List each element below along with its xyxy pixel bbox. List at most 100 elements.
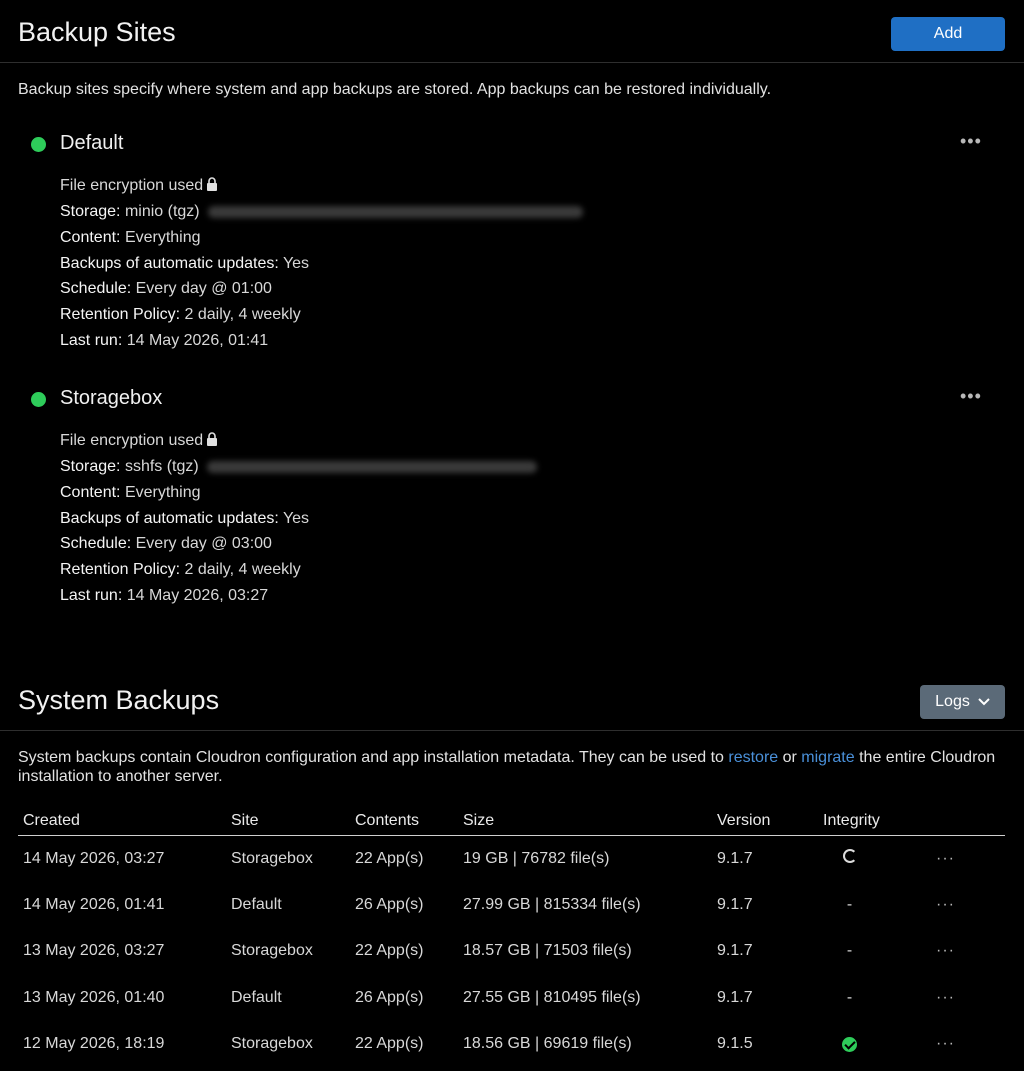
row-more-menu-icon[interactable]: ···	[881, 928, 1005, 975]
system-backups-table: Created Site Contents Size Version Integ…	[18, 807, 1005, 1068]
logs-label: Logs	[935, 693, 970, 710]
cell-site: Storagebox	[231, 849, 313, 867]
table-row[interactable]: 13 May 2026, 01:40 Default 26 App(s) 27.…	[18, 975, 1005, 1022]
cell-created: 13 May 2026, 03:27	[23, 942, 165, 960]
site-storage: Storage: minio (tgz)	[60, 203, 583, 221]
cell-contents: 22 App(s)	[355, 849, 424, 867]
system-backups-description: System backups contain Cloudron configur…	[18, 748, 1008, 786]
last-run-label: Last run:	[60, 587, 123, 604]
cell-site: Storagebox	[231, 1035, 313, 1053]
row-more-menu-icon[interactable]: ···	[881, 835, 1005, 882]
table-row[interactable]: 12 May 2026, 18:19 Storagebox 22 App(s) …	[18, 1021, 1005, 1068]
column-header-actions	[881, 807, 1005, 836]
content-value: Everything	[124, 229, 201, 246]
cell-contents: 26 App(s)	[355, 895, 424, 913]
auto-updates-value: Yes	[282, 510, 310, 527]
column-header-contents: Contents	[350, 807, 458, 836]
table-row[interactable]: 13 May 2026, 03:27 Storagebox 22 App(s) …	[18, 928, 1005, 975]
backup-sites-header: Backup Sites Add	[0, 0, 1024, 63]
backup-sites-title: Backup Sites	[18, 17, 176, 47]
cell-contents: 26 App(s)	[355, 988, 424, 1006]
site-status-dot	[31, 392, 46, 407]
cell-size: 18.57 GB | 71503 file(s)	[463, 942, 632, 960]
cell-site: Default	[231, 988, 282, 1006]
loading-spinner-icon	[842, 849, 857, 863]
row-more-menu-icon[interactable]: ···	[881, 975, 1005, 1022]
cell-size: 27.99 GB | 815334 file(s)	[463, 895, 641, 913]
add-backup-site-button[interactable]: Add	[891, 17, 1005, 51]
site-content: Content: Everything	[60, 229, 201, 247]
site-more-menu-icon[interactable]: •••	[960, 131, 982, 152]
retention-value: 2 daily, 4 weekly	[184, 561, 301, 578]
column-header-size: Size	[458, 807, 712, 836]
storage-value: sshfs (tgz)	[124, 458, 199, 475]
lock-icon	[207, 177, 218, 191]
site-encryption: File encryption used	[60, 177, 218, 195]
retention-label: Retention Policy:	[60, 306, 181, 323]
migrate-link[interactable]: migrate	[801, 749, 854, 766]
cell-contents: 22 App(s)	[355, 1035, 424, 1053]
cell-site: Storagebox	[231, 942, 313, 960]
site-schedule: Schedule: Every day @ 03:00	[60, 535, 272, 553]
storage-label: Storage:	[60, 458, 121, 475]
row-more-menu-icon[interactable]: ···	[881, 1021, 1005, 1068]
site-last-run: Last run: 14 May 2026, 03:27	[60, 587, 268, 605]
chevron-down-icon	[978, 698, 990, 706]
last-run-value: 14 May 2026, 03:27	[126, 587, 269, 604]
site-name: Storagebox	[60, 387, 163, 409]
retention-label: Retention Policy:	[60, 561, 181, 578]
storage-value: minio (tgz)	[124, 203, 200, 220]
cell-version: 9.1.7	[717, 942, 753, 960]
logs-dropdown-button[interactable]: Logs	[920, 685, 1005, 719]
retention-value: 2 daily, 4 weekly	[184, 306, 301, 323]
cell-contents: 22 App(s)	[355, 942, 424, 960]
cell-created: 14 May 2026, 03:27	[23, 849, 165, 867]
row-more-menu-icon[interactable]: ···	[881, 882, 1005, 929]
cell-site: Default	[231, 895, 282, 913]
check-circle-icon	[842, 1036, 857, 1052]
cell-integrity: -	[846, 895, 853, 913]
restore-link[interactable]: restore	[728, 749, 778, 766]
column-header-integrity: Integrity	[818, 807, 881, 836]
schedule-label: Schedule:	[60, 535, 132, 552]
table-row[interactable]: 14 May 2026, 03:27 Storagebox 22 App(s) …	[18, 835, 1005, 882]
table-row[interactable]: 14 May 2026, 01:41 Default 26 App(s) 27.…	[18, 882, 1005, 929]
site-last-run: Last run: 14 May 2026, 01:41	[60, 332, 268, 350]
site-status-dot	[31, 137, 46, 152]
cell-integrity	[818, 1021, 881, 1068]
site-more-menu-icon[interactable]: •••	[960, 386, 982, 407]
cell-size: 19 GB | 76782 file(s)	[463, 849, 610, 867]
site-storage: Storage: sshfs (tgz)	[60, 458, 537, 476]
system-backups-header: System Backups Logs	[0, 668, 1024, 731]
site-auto-updates: Backups of automatic updates: Yes	[60, 510, 309, 528]
site-content: Content: Everything	[60, 484, 201, 502]
storage-label: Storage:	[60, 203, 121, 220]
column-header-version: Version	[712, 807, 818, 836]
schedule-value: Every day @ 03:00	[135, 535, 272, 552]
desc-text-or: or	[778, 749, 802, 766]
schedule-label: Schedule:	[60, 280, 132, 297]
cell-created: 13 May 2026, 01:40	[23, 988, 165, 1006]
site-name: Default	[60, 132, 124, 154]
content-label: Content:	[60, 229, 121, 246]
cell-version: 9.1.7	[717, 849, 753, 867]
cell-size: 27.55 GB | 810495 file(s)	[463, 988, 641, 1006]
site-retention: Retention Policy: 2 daily, 4 weekly	[60, 561, 301, 579]
redacted-storage-path	[206, 460, 537, 473]
cell-version: 9.1.7	[717, 988, 753, 1006]
cell-integrity	[818, 835, 881, 882]
site-schedule: Schedule: Every day @ 01:00	[60, 280, 272, 298]
desc-text-1: System backups contain Cloudron configur…	[18, 749, 729, 766]
content-label: Content:	[60, 484, 121, 501]
lock-icon	[207, 432, 218, 446]
cell-size: 18.56 GB | 69619 file(s)	[463, 1035, 632, 1053]
system-backups-title: System Backups	[18, 685, 220, 715]
column-header-created: Created	[18, 807, 226, 836]
auto-updates-label: Backups of automatic updates:	[60, 510, 279, 527]
cell-version: 9.1.5	[717, 1035, 753, 1053]
last-run-value: 14 May 2026, 01:41	[126, 332, 269, 349]
encryption-text: File encryption used	[60, 432, 204, 449]
cell-created: 14 May 2026, 01:41	[23, 895, 165, 913]
site-retention: Retention Policy: 2 daily, 4 weekly	[60, 306, 301, 324]
site-encryption: File encryption used	[60, 432, 218, 450]
